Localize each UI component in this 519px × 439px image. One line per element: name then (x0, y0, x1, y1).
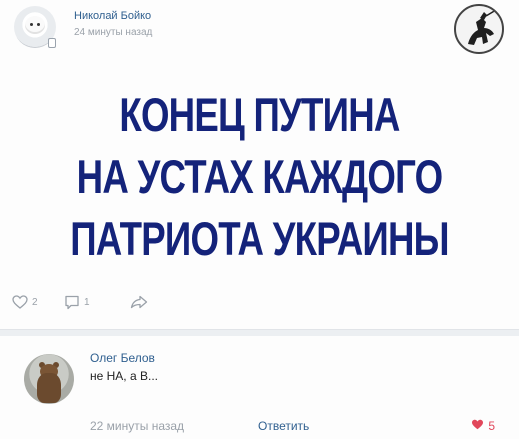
post-text-line-1: КОНЕЦ ПУТИНА (119, 88, 400, 141)
share-arrow-icon (130, 295, 148, 309)
comment-author-name[interactable]: Олег Белов (90, 351, 155, 365)
post-text-line-2: НА УСТАХ КАЖДОГО (76, 150, 443, 203)
comment-timestamp[interactable]: 22 минуты назад (90, 419, 184, 433)
mobile-device-icon (48, 38, 56, 48)
commenter-avatar[interactable] (24, 354, 74, 404)
post-actions: 2 1 (12, 292, 212, 316)
share-button[interactable] (130, 292, 148, 312)
comment-like-count: 5 (488, 419, 495, 433)
like-button[interactable]: 2 (12, 292, 38, 312)
comment-text: не НА, а В... (90, 369, 158, 383)
post-timestamp[interactable]: 24 минуты назад (74, 27, 152, 38)
horseman-emblem-icon[interactable] (454, 4, 504, 54)
comment-count: 1 (84, 296, 90, 308)
heart-outline-icon (12, 295, 28, 309)
section-divider (0, 329, 519, 336)
feed-page: Николай Бойко 24 минуты назад КОНЕЦ ПУТИ… (0, 0, 519, 439)
comment-like-button[interactable]: 5 (471, 419, 495, 433)
post-text-image: КОНЕЦ ПУТИНА НА УСТАХ КАЖДОГО ПАТРИОТА У… (57, 84, 462, 270)
reply-button[interactable]: Ответить (258, 419, 309, 433)
comment-icon (64, 295, 80, 310)
heart-filled-icon (471, 419, 484, 433)
post-author-name[interactable]: Николай Бойко (74, 10, 151, 22)
like-count: 2 (32, 296, 38, 308)
post-text-line-3: ПАТРИОТА УКРАИНЫ (70, 212, 449, 265)
comment-button[interactable]: 1 (64, 292, 90, 312)
post-header: Николай Бойко 24 минуты назад (14, 4, 508, 54)
